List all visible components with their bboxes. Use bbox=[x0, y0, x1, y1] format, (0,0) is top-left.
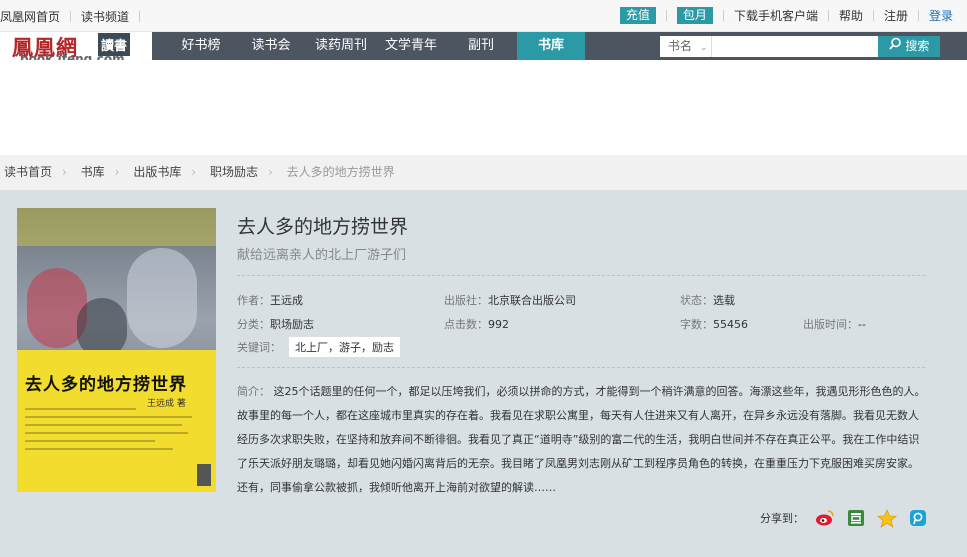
search-button[interactable]: 搜索 bbox=[878, 36, 940, 57]
top-bar: 凤凰网首页 读书频道 充值 包月 下载手机客户端 帮助 注册 登录 bbox=[0, 0, 967, 32]
meta-label: 状态： bbox=[680, 294, 713, 307]
pubtime-value: -- bbox=[858, 318, 866, 331]
login-link[interactable]: 登录 bbox=[929, 7, 953, 24]
cover-decoration bbox=[77, 298, 127, 358]
search-icon bbox=[888, 36, 902, 57]
nav-item-literary-youth[interactable]: 文学青年 bbox=[380, 32, 442, 60]
divider bbox=[237, 275, 925, 276]
weibo-icon[interactable] bbox=[815, 508, 835, 528]
breadcrumb-current: 去人多的地方捞世界 bbox=[286, 165, 395, 179]
register-link[interactable]: 注册 bbox=[884, 7, 908, 24]
desc-text: 这25个话题里的任何一个，都足以压垮我们，必须以拼命的方式，才能得到一个稍许满意… bbox=[237, 385, 926, 494]
logo-domain: book.ifeng.com bbox=[20, 52, 125, 60]
meta-label: 作者： bbox=[237, 294, 270, 307]
clicks-value: 992 bbox=[488, 318, 509, 331]
divider bbox=[237, 367, 925, 368]
divider bbox=[827, 10, 829, 21]
chevron-right-icon: › bbox=[267, 165, 273, 179]
meta-status: 状态：选载 bbox=[680, 292, 735, 308]
search-input[interactable] bbox=[712, 36, 878, 57]
words-value: 55456 bbox=[713, 318, 748, 331]
cover-decoration bbox=[25, 408, 210, 456]
search-type-select[interactable]: 书名 ⌄ bbox=[660, 36, 712, 57]
divider bbox=[665, 10, 667, 21]
divider bbox=[722, 10, 724, 21]
search-type-value: 书名 bbox=[668, 39, 693, 53]
meta-label: 字数： bbox=[680, 318, 713, 331]
help-link[interactable]: 帮助 bbox=[839, 7, 863, 24]
search-bar: 书名 ⌄ 搜索 bbox=[660, 36, 940, 57]
meta-label: 出版社： bbox=[444, 294, 488, 307]
breadcrumb-item[interactable]: 读书首页 bbox=[4, 165, 52, 179]
cover-decoration bbox=[17, 208, 216, 246]
publisher-value: 北京联合出版公司 bbox=[488, 294, 576, 307]
meta-label: 关键词： bbox=[237, 341, 281, 354]
divider bbox=[872, 10, 874, 21]
desc-label: 简介： bbox=[237, 385, 270, 398]
chevron-right-icon: › bbox=[114, 165, 120, 179]
breadcrumb: 读书首页 › 书库 › 出版书库 › 职场励志 › 去人多的地方捞世界 bbox=[0, 155, 967, 190]
qzone-icon[interactable] bbox=[877, 508, 897, 528]
download-app-link[interactable]: 下载手机客户端 bbox=[734, 7, 818, 24]
book-channel-link[interactable]: 读书频道 bbox=[81, 8, 129, 25]
meta-label: 出版时间： bbox=[803, 318, 858, 331]
book-description: 简介： 这25个话题里的任何一个，都足以压垮我们，必须以拼命的方式，才能得到一个… bbox=[237, 380, 927, 500]
search-button-label: 搜索 bbox=[905, 39, 930, 53]
meta-pubtime: 出版时间：-- bbox=[803, 316, 866, 332]
chevron-down-icon: ⌄ bbox=[699, 43, 708, 53]
nav-item-supplement[interactable]: 副刊 bbox=[450, 32, 512, 60]
top-left-links: 凤凰网首页 读书频道 bbox=[0, 8, 150, 25]
nav-item-weekly[interactable]: 读药周刊 bbox=[310, 32, 372, 60]
chevron-right-icon: › bbox=[191, 165, 197, 179]
ifeng-home-link[interactable]: 凤凰网首页 bbox=[0, 8, 60, 25]
cover-decoration bbox=[127, 248, 197, 348]
meta-words: 字数：55456 bbox=[680, 316, 748, 332]
share-bar: 分享到： bbox=[760, 508, 928, 528]
divider bbox=[139, 11, 141, 22]
top-right-links: 充值 包月 下载手机客户端 帮助 注册 登录 bbox=[619, 7, 953, 24]
other-share-icon[interactable] bbox=[908, 508, 928, 528]
share-label: 分享到： bbox=[760, 512, 804, 525]
divider bbox=[917, 10, 919, 21]
meta-label: 点击数： bbox=[444, 318, 488, 331]
author-link[interactable]: 王远成 bbox=[270, 294, 303, 307]
book-title: 去人多的地方捞世界 bbox=[237, 216, 409, 238]
meta-label: 分类： bbox=[237, 318, 270, 331]
nav-item-library[interactable]: 书库 bbox=[517, 32, 585, 60]
meta-author: 作者：王远成 bbox=[237, 292, 303, 308]
publisher-logo bbox=[197, 464, 211, 486]
monthly-button[interactable]: 包月 bbox=[676, 7, 713, 24]
book-detail-panel: 去人多的地方捞世界 王远成 著 去人多的地方捞世界 献给远离亲人的北上厂游子们 … bbox=[0, 190, 967, 557]
cover-title: 去人多的地方捞世界 bbox=[25, 375, 187, 395]
category-link[interactable]: 职场励志 bbox=[270, 318, 314, 331]
status-value: 选载 bbox=[713, 294, 735, 307]
main-nav: 好书榜 读书会 读药周刊 文学青年 副刊 书库 书名 ⌄ 搜索 bbox=[152, 32, 967, 60]
breadcrumb-item[interactable]: 出版书库 bbox=[133, 165, 181, 179]
meta-clicks: 点击数：992 bbox=[444, 316, 509, 332]
chevron-right-icon: › bbox=[62, 165, 67, 179]
keywords-tag[interactable]: 北上厂，游子，励志 bbox=[289, 337, 400, 357]
site-logo[interactable]: 鳳凰網 讀書 book.ifeng.com bbox=[12, 30, 137, 60]
breadcrumb-item[interactable]: 职场励志 bbox=[210, 165, 258, 179]
nav-item-bestseller[interactable]: 好书榜 bbox=[170, 32, 232, 60]
divider bbox=[70, 11, 72, 22]
recharge-button[interactable]: 充值 bbox=[619, 7, 656, 24]
meta-category: 分类：职场励志 bbox=[237, 316, 314, 332]
book-cover[interactable]: 去人多的地方捞世界 王远成 著 bbox=[17, 208, 216, 492]
meta-publisher: 出版社：北京联合出版公司 bbox=[444, 292, 576, 308]
douban-icon[interactable] bbox=[846, 508, 866, 528]
breadcrumb-item[interactable]: 书库 bbox=[81, 165, 105, 179]
meta-keywords: 关键词： 北上厂，游子，励志 bbox=[237, 337, 400, 357]
nav-item-reading-club[interactable]: 读书会 bbox=[240, 32, 302, 60]
book-subtitle: 献给远离亲人的北上厂游子们 bbox=[237, 248, 407, 263]
